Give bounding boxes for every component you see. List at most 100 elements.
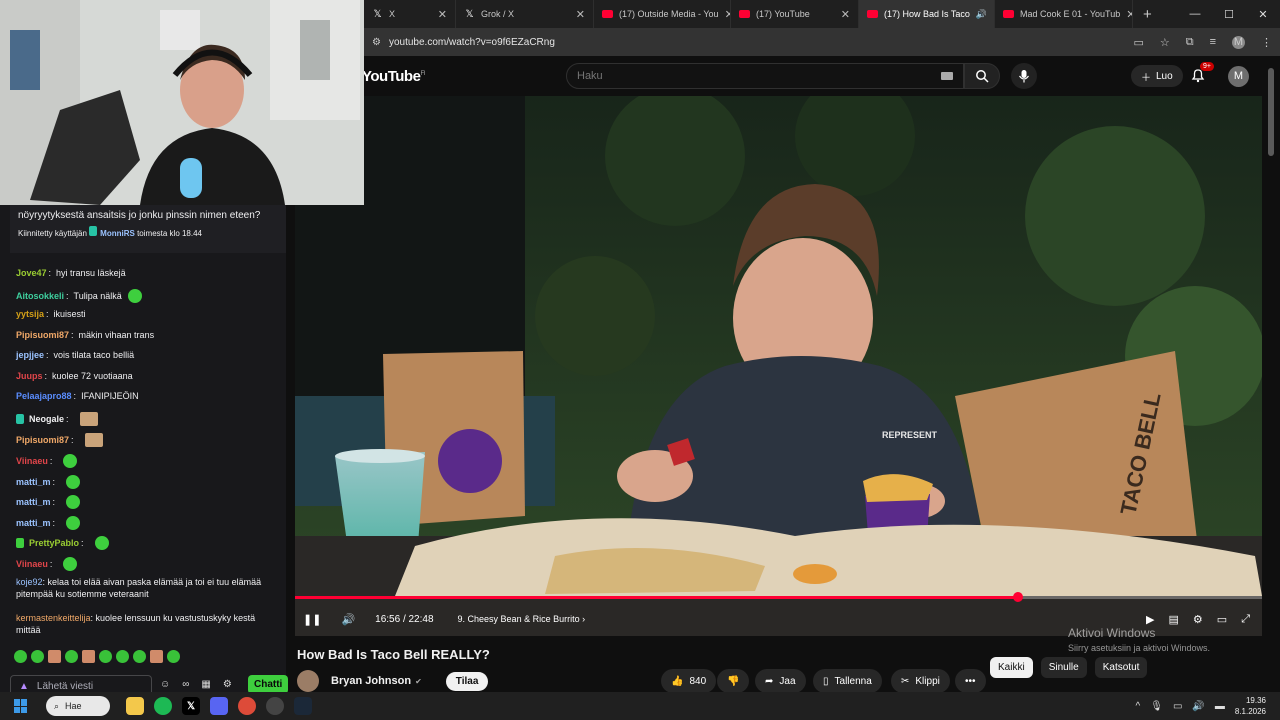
close-window-icon[interactable]: ✕ [1246, 8, 1280, 21]
chat-username[interactable]: Neogale [29, 414, 64, 424]
browser-tab[interactable]: (17) Outside Media - You ✕ [594, 0, 731, 28]
emote-icon[interactable] [167, 650, 180, 663]
emote-icon[interactable] [116, 650, 129, 663]
page-scrollbar[interactable] [1268, 60, 1274, 640]
chip-katsotut[interactable]: Katsotut [1094, 657, 1148, 678]
subscribe-button[interactable]: Tilaa [445, 671, 489, 691]
chat-username[interactable]: matti_m [16, 497, 51, 507]
taskbar-clock[interactable]: 19.36 8.1.2026 [1235, 695, 1266, 717]
clip-button[interactable]: ✂ Klippi [891, 669, 950, 693]
battery-icon[interactable]: ▬ [1215, 701, 1225, 712]
account-avatar[interactable]: M [1228, 66, 1249, 87]
file-explorer-icon[interactable] [126, 697, 144, 715]
notifications-button[interactable]: 9+ [1190, 62, 1214, 88]
chat-username[interactable]: jepjjee [16, 350, 44, 360]
browser-tab-active[interactable]: (17) How Bad Is Taco 🔊 ✕ [859, 0, 995, 28]
browser-tab[interactable]: 𝕏 Grok / X ✕ [456, 0, 594, 28]
chat-settings-icon[interactable]: ⚙ [223, 679, 232, 690]
save-button[interactable]: ▯ Tallenna [813, 669, 882, 693]
close-icon[interactable]: ✕ [570, 8, 585, 21]
share-button[interactable]: ➦ Jaa [755, 669, 806, 693]
minimize-icon[interactable]: — [1178, 8, 1212, 21]
search-input[interactable] [577, 70, 941, 82]
chat-username[interactable]: kermastenkeittelija [16, 613, 91, 623]
browser-tab[interactable]: Mad Cook E 01 - YouTub ✕ [995, 0, 1133, 28]
video-player[interactable]: REPRESENT TACO BELL ❚❚ 🔊 16:56 / 22:48 9… [295, 96, 1262, 636]
chip-kaikki[interactable]: Kaikki [990, 657, 1033, 678]
emote-icon[interactable] [150, 650, 163, 663]
search-button[interactable] [964, 63, 1000, 89]
chapter-button[interactable]: 9. Cheesy Bean & Rice Burrito › [458, 614, 586, 624]
progress-bar[interactable] [295, 592, 1262, 602]
dislike-button[interactable]: 👎 [717, 669, 750, 693]
voice-search-button[interactable] [1011, 63, 1037, 89]
chat-username[interactable]: Viinaeu [16, 456, 48, 466]
chat-username[interactable]: Viinaeu [16, 559, 48, 569]
subtitles-icon[interactable]: ▤ [1169, 613, 1179, 626]
chat-username[interactable]: Juups [16, 371, 43, 381]
close-icon[interactable]: ✕ [432, 8, 447, 21]
chrome-icon[interactable] [238, 697, 256, 715]
browser-tab[interactable]: 𝕏 X ✕ [364, 0, 456, 28]
youtube-logo[interactable]: YouTubeFI [362, 68, 425, 85]
steam-icon[interactable] [294, 697, 312, 715]
chip-sinulle[interactable]: Sinulle [1040, 657, 1087, 678]
chat-username[interactable]: yytsija [16, 309, 44, 319]
theater-mode-icon[interactable]: ▭ [1217, 613, 1227, 626]
chat-username[interactable]: Jove47 [16, 268, 47, 278]
more-actions-button[interactable]: ••• [955, 669, 986, 693]
bits-icon[interactable]: ▲ [19, 681, 29, 692]
browser-menu-icon[interactable]: ⋮ [1261, 36, 1272, 49]
channel-avatar[interactable] [297, 670, 319, 692]
store-icon[interactable]: ▦ [201, 679, 210, 690]
site-info-icon[interactable]: ⚙ [372, 37, 381, 48]
close-icon[interactable]: ✕ [719, 8, 730, 21]
network-icon[interactable]: ▭ [1173, 701, 1182, 712]
chat-username[interactable]: Aitosokkeli [16, 291, 64, 301]
pinned-user[interactable]: MonniRS [100, 229, 135, 238]
emote-picker-icon[interactable]: ☺ [160, 679, 170, 690]
windows-start-icon[interactable] [14, 699, 28, 713]
close-icon[interactable]: ✕ [1120, 8, 1132, 21]
chat-username[interactable]: matti_m [16, 518, 51, 528]
extensions-icon[interactable]: ⧉ [1186, 36, 1194, 49]
volume-icon[interactable]: 🔊 [341, 613, 355, 626]
keyboard-icon[interactable] [941, 72, 953, 80]
taskbar-search[interactable]: ⌕ Hae [46, 696, 110, 716]
emote-icon[interactable] [82, 650, 95, 663]
fullscreen-icon[interactable]: ⤢ [1241, 613, 1250, 626]
tray-mic-icon[interactable]: 🎙 [1150, 701, 1163, 712]
search-box[interactable] [566, 63, 964, 89]
url-field[interactable]: youtube.com/watch?v=o9f6EZaCRng [389, 37, 555, 48]
emote-icon[interactable] [14, 650, 27, 663]
cast-icon[interactable]: ▭ [1133, 36, 1143, 49]
chat-username[interactable]: koje92 [16, 577, 43, 587]
settings-gear-icon[interactable]: ⚙ [1193, 613, 1203, 626]
spotify-icon[interactable] [154, 697, 172, 715]
chat-username[interactable]: Pelaajapro88 [16, 391, 72, 401]
speaker-icon[interactable]: 🔊 [976, 9, 987, 20]
chat-username[interactable]: Pipisuomi87 [16, 330, 69, 340]
x-icon[interactable]: 𝕏 [182, 697, 200, 715]
new-tab-button[interactable]: + [1133, 6, 1162, 23]
obs-icon[interactable] [266, 697, 284, 715]
media-control-icon[interactable]: ≡ [1210, 36, 1216, 48]
emote-icon[interactable] [31, 650, 44, 663]
chat-username[interactable]: PrettyPablo [29, 538, 79, 548]
like-button[interactable]: 👍 840 [661, 669, 717, 693]
bookmark-star-icon[interactable]: ☆ [1160, 36, 1170, 49]
emote-icon[interactable] [99, 650, 112, 663]
discord-icon[interactable] [210, 697, 228, 715]
tray-chevron-icon[interactable]: ^ [1136, 701, 1141, 712]
emote-icon[interactable] [133, 650, 146, 663]
emote-icon[interactable] [65, 650, 78, 663]
channel-name[interactable]: Bryan Johnson [331, 675, 411, 687]
chat-username[interactable]: matti_m [16, 477, 51, 487]
browser-tab[interactable]: (17) YouTube ✕ [731, 0, 859, 28]
maximize-icon[interactable]: ☐ [1212, 8, 1246, 21]
emote-icon[interactable] [48, 650, 61, 663]
volume-icon[interactable]: 🔊 [1192, 701, 1204, 712]
browser-profile-avatar[interactable]: M [1232, 35, 1245, 49]
chat-username[interactable]: Pipisuomi87 [16, 435, 69, 445]
gift-icon[interactable]: ∞ [182, 679, 189, 690]
